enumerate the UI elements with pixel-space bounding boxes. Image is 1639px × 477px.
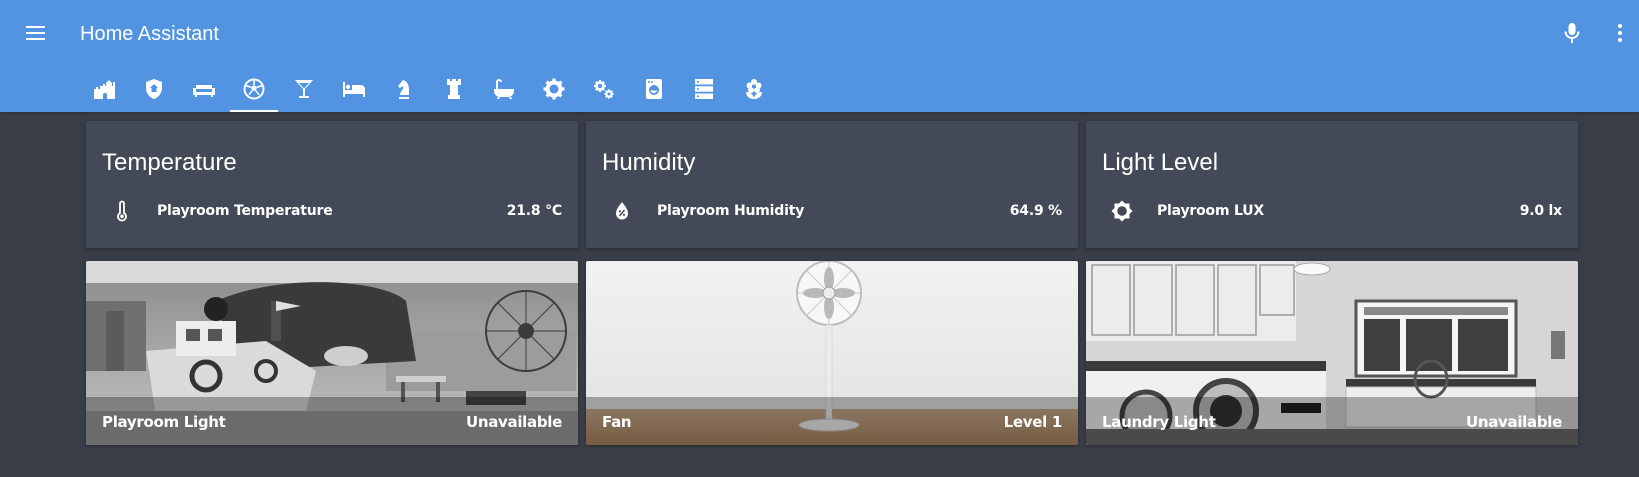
entity-state: 21.8 °C [506,203,562,219]
sofa-icon [193,85,215,97]
tab-playroom[interactable] [230,70,278,112]
entity-state: 64.9 % [1009,203,1062,219]
humidity-card: Humidity Playroom Humidity 64.9 % [586,121,1078,248]
picture-card-footer: Fan Level 1 [586,397,1078,445]
castle-icon [94,80,115,99]
tab-settings[interactable] [530,70,578,112]
chess-knight-icon [398,80,409,99]
washing-machine-icon [646,79,662,99]
picture-card-state: Level 1 [1003,413,1063,431]
card-title: Light Level [1102,149,1219,176]
tab-bathroom[interactable] [480,70,528,112]
tab-automation[interactable] [580,70,628,112]
settings-gear-icon [543,78,565,100]
dots-vertical-icon[interactable] [1608,20,1632,46]
bed-icon [343,82,365,97]
chess-rook-icon [447,79,461,99]
settings-gears-icon [594,80,614,99]
app-header: Home Assistant [0,0,1639,112]
soccer-icon [243,78,265,100]
picture-card-footer: Laundry Light Unavailable [1086,397,1578,445]
picture-card-state: Unavailable [465,413,562,431]
tab-castle[interactable] [80,70,128,112]
picture-card-name: Playroom Light [102,413,226,431]
flower-icon [746,79,762,99]
server-icon [695,79,713,99]
temperature-card: Temperature Playroom Temperature 21.8 °C [86,121,578,248]
picture-card-name: Fan [602,413,632,431]
security-shield-icon [146,79,162,99]
picture-card-footer: Playroom Light Unavailable [86,397,578,445]
entity-name: Playroom Humidity [657,203,805,219]
tab-laundry[interactable] [630,70,678,112]
playroom-light-card[interactable]: Playroom Light Unavailable [86,261,578,445]
tab-garden[interactable] [730,70,778,112]
entity-name: Playroom LUX [1157,203,1264,219]
entity-row-temperature[interactable]: Playroom Temperature 21.8 °C [102,199,562,229]
tab-bar[interactable] [280,70,328,112]
tab-sofa[interactable] [180,70,228,112]
picture-card-name: Laundry Light [1102,413,1216,431]
light-level-card: Light Level Playroom LUX 9.0 lx [1086,121,1578,248]
microphone-icon[interactable] [1560,20,1584,46]
fan-card[interactable]: Fan Level 1 [586,261,1078,445]
brightness-icon [1111,200,1133,222]
card-title: Humidity [602,149,696,176]
martini-glass-icon [295,80,313,98]
entity-name: Playroom Temperature [157,203,333,219]
bathtub-icon [494,79,514,99]
tab-security[interactable] [130,70,178,112]
entity-state: 9.0 lx [1519,203,1563,219]
picture-card-state: Unavailable [1465,413,1562,431]
water-percent-icon [616,202,628,220]
card-title: Temperature [102,149,237,176]
menu-icon[interactable] [22,22,50,44]
app-title: Home Assistant [80,23,219,45]
laundry-light-card[interactable]: Laundry Light Unavailable [1086,261,1578,445]
tab-bedroom[interactable] [330,70,378,112]
entity-row-lux[interactable]: Playroom LUX 9.0 lx [1102,199,1562,229]
thermometer-icon [117,200,127,222]
tab-server[interactable] [680,70,728,112]
tab-rook[interactable] [430,70,478,112]
entity-row-humidity[interactable]: Playroom Humidity 64.9 % [602,199,1062,229]
tab-knight[interactable] [380,70,428,112]
